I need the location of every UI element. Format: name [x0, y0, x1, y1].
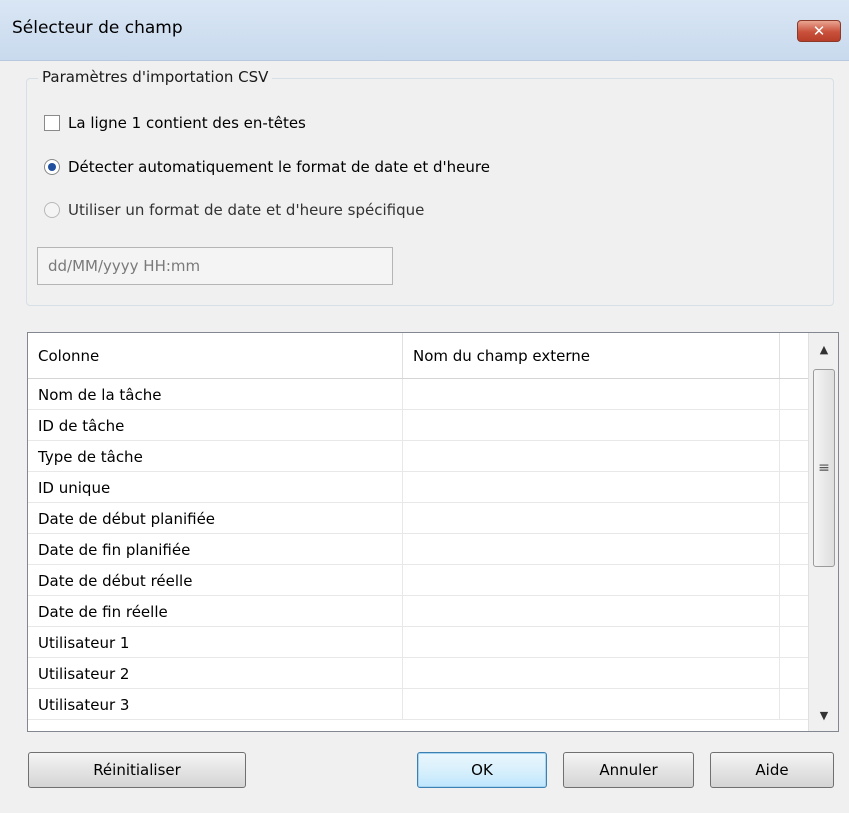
cell-colonne: ID de tâche: [28, 410, 403, 441]
column-header-external-field[interactable]: Nom du champ externe: [403, 333, 780, 378]
vertical-scrollbar[interactable]: ▲ ≡ ▼: [808, 333, 838, 731]
table-row[interactable]: Utilisateur 1: [28, 627, 808, 658]
close-icon: ✕: [812, 22, 826, 40]
cell-external-field[interactable]: [403, 534, 780, 565]
grid-header: Colonne Nom du champ externe: [28, 333, 808, 379]
cell-external-field[interactable]: [403, 441, 780, 472]
csv-settings-legend: Paramètres d'importation CSV: [38, 68, 273, 86]
scroll-thumb-grip-icon: ≡: [818, 460, 830, 476]
scroll-up-arrow-icon[interactable]: ▲: [809, 333, 838, 365]
table-row[interactable]: ID unique: [28, 472, 808, 503]
cell-colonne: Type de tâche: [28, 441, 403, 472]
specific-format-label: Utiliser un format de date et d'heure sp…: [68, 201, 425, 219]
cell-colonne: Date de début planifiée: [28, 503, 403, 534]
cell-external-field[interactable]: [403, 503, 780, 534]
specific-format-radio[interactable]: [44, 202, 60, 218]
cell-external-field[interactable]: [403, 472, 780, 503]
auto-detect-label: Détecter automatiquement le format de da…: [68, 158, 490, 176]
table-row[interactable]: ID de tâche: [28, 410, 808, 441]
table-row[interactable]: Utilisateur 2: [28, 658, 808, 689]
auto-detect-radio[interactable]: [44, 159, 60, 175]
help-button[interactable]: Aide: [710, 752, 834, 788]
cell-colonne: ID unique: [28, 472, 403, 503]
ok-button[interactable]: OK: [417, 752, 547, 788]
header-row-label: La ligne 1 contient des en-têtes: [68, 114, 306, 132]
table-row[interactable]: Nom de la tâche: [28, 379, 808, 410]
field-mapping-grid: Colonne Nom du champ externe Nom de la t…: [27, 332, 839, 732]
cell-colonne: Nom de la tâche: [28, 379, 403, 410]
cell-external-field[interactable]: [403, 596, 780, 627]
header-row-option[interactable]: La ligne 1 contient des en-têtes: [44, 114, 306, 132]
cell-external-field[interactable]: [403, 565, 780, 596]
column-header-colonne[interactable]: Colonne: [28, 333, 403, 378]
table-row[interactable]: Date de début planifiée: [28, 503, 808, 534]
scroll-thumb[interactable]: ≡: [813, 369, 835, 567]
title-bar: Sélecteur de champ ✕: [0, 0, 849, 61]
cell-external-field[interactable]: [403, 689, 780, 720]
cell-external-field[interactable]: [403, 658, 780, 689]
header-row-checkbox[interactable]: [44, 115, 60, 131]
table-row[interactable]: Date de début réelle: [28, 565, 808, 596]
auto-detect-option[interactable]: Détecter automatiquement le format de da…: [44, 158, 490, 176]
cell-external-field[interactable]: [403, 627, 780, 658]
cell-colonne: Utilisateur 3: [28, 689, 403, 720]
scroll-down-arrow-icon[interactable]: ▼: [809, 699, 838, 731]
specific-format-option[interactable]: Utiliser un format de date et d'heure sp…: [44, 201, 424, 219]
table-row[interactable]: Date de fin réelle: [28, 596, 808, 627]
cancel-button[interactable]: Annuler: [563, 752, 694, 788]
cell-external-field[interactable]: [403, 379, 780, 410]
cell-colonne: Utilisateur 2: [28, 658, 403, 689]
cell-external-field[interactable]: [403, 410, 780, 441]
cell-colonne: Date de début réelle: [28, 565, 403, 596]
grid-rows: Nom de la tâche ID de tâche Type de tâche I…: [28, 379, 808, 720]
cell-colonne: Date de fin planifiée: [28, 534, 403, 565]
window-title: Sélecteur de champ: [12, 18, 183, 38]
close-button[interactable]: ✕: [797, 20, 841, 42]
table-row[interactable]: Type de tâche: [28, 441, 808, 472]
table-row[interactable]: Date de fin planifiée: [28, 534, 808, 565]
date-format-input[interactable]: dd/MM/yyyy HH:mm: [37, 247, 393, 285]
table-row[interactable]: Utilisateur 3: [28, 689, 808, 720]
cell-colonne: Utilisateur 1: [28, 627, 403, 658]
reset-button[interactable]: Réinitialiser: [28, 752, 246, 788]
cell-colonne: Date de fin réelle: [28, 596, 403, 627]
